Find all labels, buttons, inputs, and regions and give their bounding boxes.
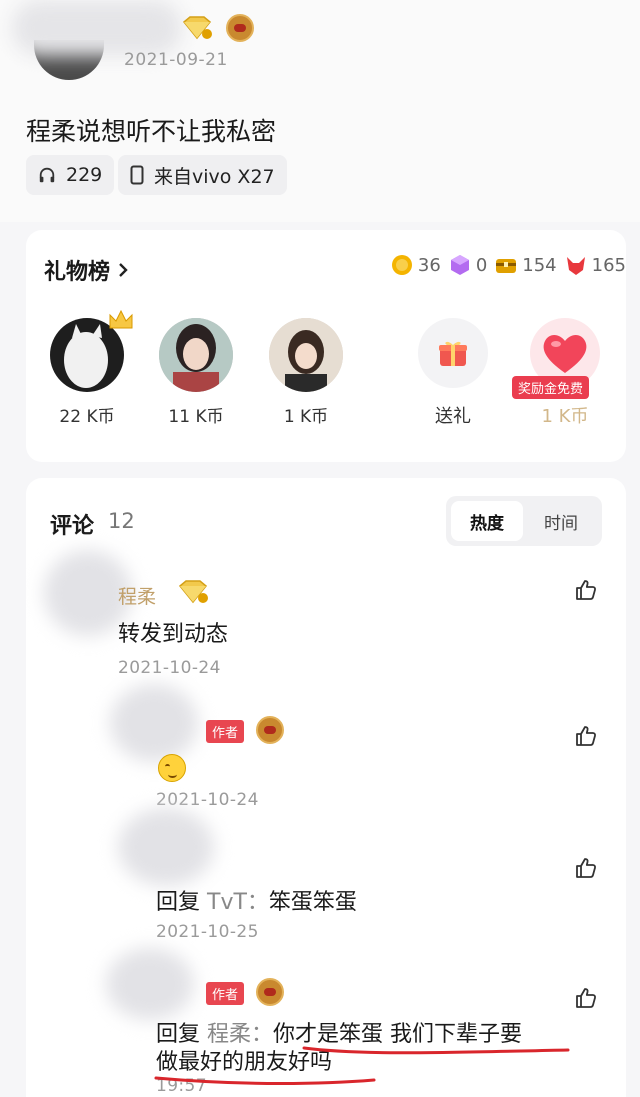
comment-1-text: 转发到动态 xyxy=(118,622,229,647)
comment-3-date: 2021-10-25 xyxy=(156,922,259,942)
red-fox-stat: 165 xyxy=(565,254,626,276)
device-chip: 来自vivo X27 xyxy=(118,155,287,195)
reply-prefix: 回复 xyxy=(156,890,201,915)
free-gift-amount: 1 K币 xyxy=(541,406,589,427)
commenter-1-name[interactable]: 程柔 xyxy=(118,582,156,609)
comment-3-text: 回复 TvT：笨蛋笨蛋 xyxy=(156,884,357,916)
treasure-chest-icon xyxy=(496,259,517,273)
ranker-3[interactable]: 1 K币 xyxy=(251,318,361,427)
crown-icon xyxy=(109,309,133,329)
post-text: 程柔说想听不让我私密 xyxy=(26,117,277,146)
ranker-1[interactable]: 22 K币 xyxy=(32,309,142,427)
reply-to-name[interactable]: TvT： xyxy=(207,890,269,915)
ranker-3-avatar xyxy=(269,318,343,392)
ranker-2-avatar xyxy=(159,318,233,392)
headphones-icon xyxy=(39,167,55,183)
comments-count: 12 xyxy=(108,509,135,533)
gold-coin-icon xyxy=(391,255,412,275)
level-lion-icon xyxy=(256,978,284,1006)
sort-hot-tab[interactable]: 热度 xyxy=(451,501,523,541)
author-tag: 作者 xyxy=(206,720,245,743)
author-tag: 作者 xyxy=(206,982,245,1005)
sort-time-tab[interactable]: 时间 xyxy=(525,501,597,541)
heart-icon xyxy=(543,335,587,373)
ranker-2-amount: 11 K币 xyxy=(168,407,224,427)
phone-icon xyxy=(130,165,144,185)
level-lion-icon xyxy=(256,716,284,744)
ranker-1-amount: 22 K币 xyxy=(59,407,115,427)
ranker-2[interactable]: 11 K币 xyxy=(141,318,251,427)
vip-diamond-icon xyxy=(178,580,208,604)
comment-4-line-2: 做最好的朋友好吗 xyxy=(156,1050,333,1075)
send-gift-button[interactable]: 送礼 xyxy=(398,318,508,428)
like-thumb-icon[interactable] xyxy=(574,724,598,748)
comments-section: 评论 12 热度 时间 程柔 转发到动态 2021-10-24 作者 2021-… xyxy=(26,478,626,1097)
comment-1-date: 2021-10-24 xyxy=(118,658,221,678)
send-gift-circle xyxy=(418,318,488,388)
commenter-3-avatar-blurred[interactable] xyxy=(118,808,214,886)
ranker-3-amount: 1 K币 xyxy=(283,407,329,427)
gold-coin-count: 36 xyxy=(417,254,441,276)
gift-stats: 36 0 154 165 xyxy=(391,254,626,276)
red-fox-icon xyxy=(566,257,585,275)
listen-count-chip: 229 xyxy=(26,155,115,195)
treasure-chest-count: 154 xyxy=(522,254,557,276)
gift-ranking-title: 礼物榜 xyxy=(44,260,111,285)
gift-ranking-link[interactable]: 礼物榜 xyxy=(44,254,130,286)
level-lion-icon xyxy=(226,14,254,42)
gift-box-icon xyxy=(439,341,467,366)
purple-gem-stat: 0 xyxy=(449,254,487,276)
like-thumb-icon[interactable] xyxy=(574,578,598,602)
purple-gem-icon xyxy=(450,255,469,275)
comment-4-date: 19:57 xyxy=(156,1076,207,1096)
post-date: 2021-09-21 xyxy=(124,50,228,70)
girl-selfie-image xyxy=(269,318,343,392)
chevron-right-icon xyxy=(119,263,128,277)
gift-ranking-card: 礼物榜 36 0 154 165 22 K币 11 K币 1 K币 送礼 奖励金… xyxy=(26,230,626,462)
purple-gem-count: 0 xyxy=(475,254,488,276)
comment-2-date: 2021-10-24 xyxy=(156,790,259,810)
comment-3-message: 笨蛋笨蛋 xyxy=(268,890,357,915)
comment-sort-toggle: 热度 时间 xyxy=(446,496,602,546)
like-thumb-icon[interactable] xyxy=(574,986,598,1010)
device-label: 来自vivo X27 xyxy=(154,165,275,188)
commenter-2-avatar-blurred[interactable] xyxy=(110,684,198,762)
free-gift-badge: 奖励金免费 xyxy=(512,376,590,399)
commenter-4-avatar-blurred[interactable] xyxy=(106,948,194,1020)
post-header: 2021-09-21 程柔说想听不让我私密 229 来自vivo X27 xyxy=(0,0,640,222)
red-fox-count: 165 xyxy=(591,254,626,276)
send-gift-label: 送礼 xyxy=(435,406,471,427)
girl-portrait-image xyxy=(159,318,233,392)
vip-diamond-icon xyxy=(182,16,212,40)
comments-title: 评论 xyxy=(50,514,95,539)
free-gift-button[interactable]: 奖励金免费 1 K币 xyxy=(510,318,620,428)
gold-coin-stat: 36 xyxy=(391,254,441,276)
listen-count: 229 xyxy=(66,164,103,186)
poster-name-blurred xyxy=(12,0,182,56)
treasure-chest-stat: 154 xyxy=(495,254,557,276)
emoji-smile-icon xyxy=(158,754,186,782)
like-thumb-icon[interactable] xyxy=(574,856,598,880)
